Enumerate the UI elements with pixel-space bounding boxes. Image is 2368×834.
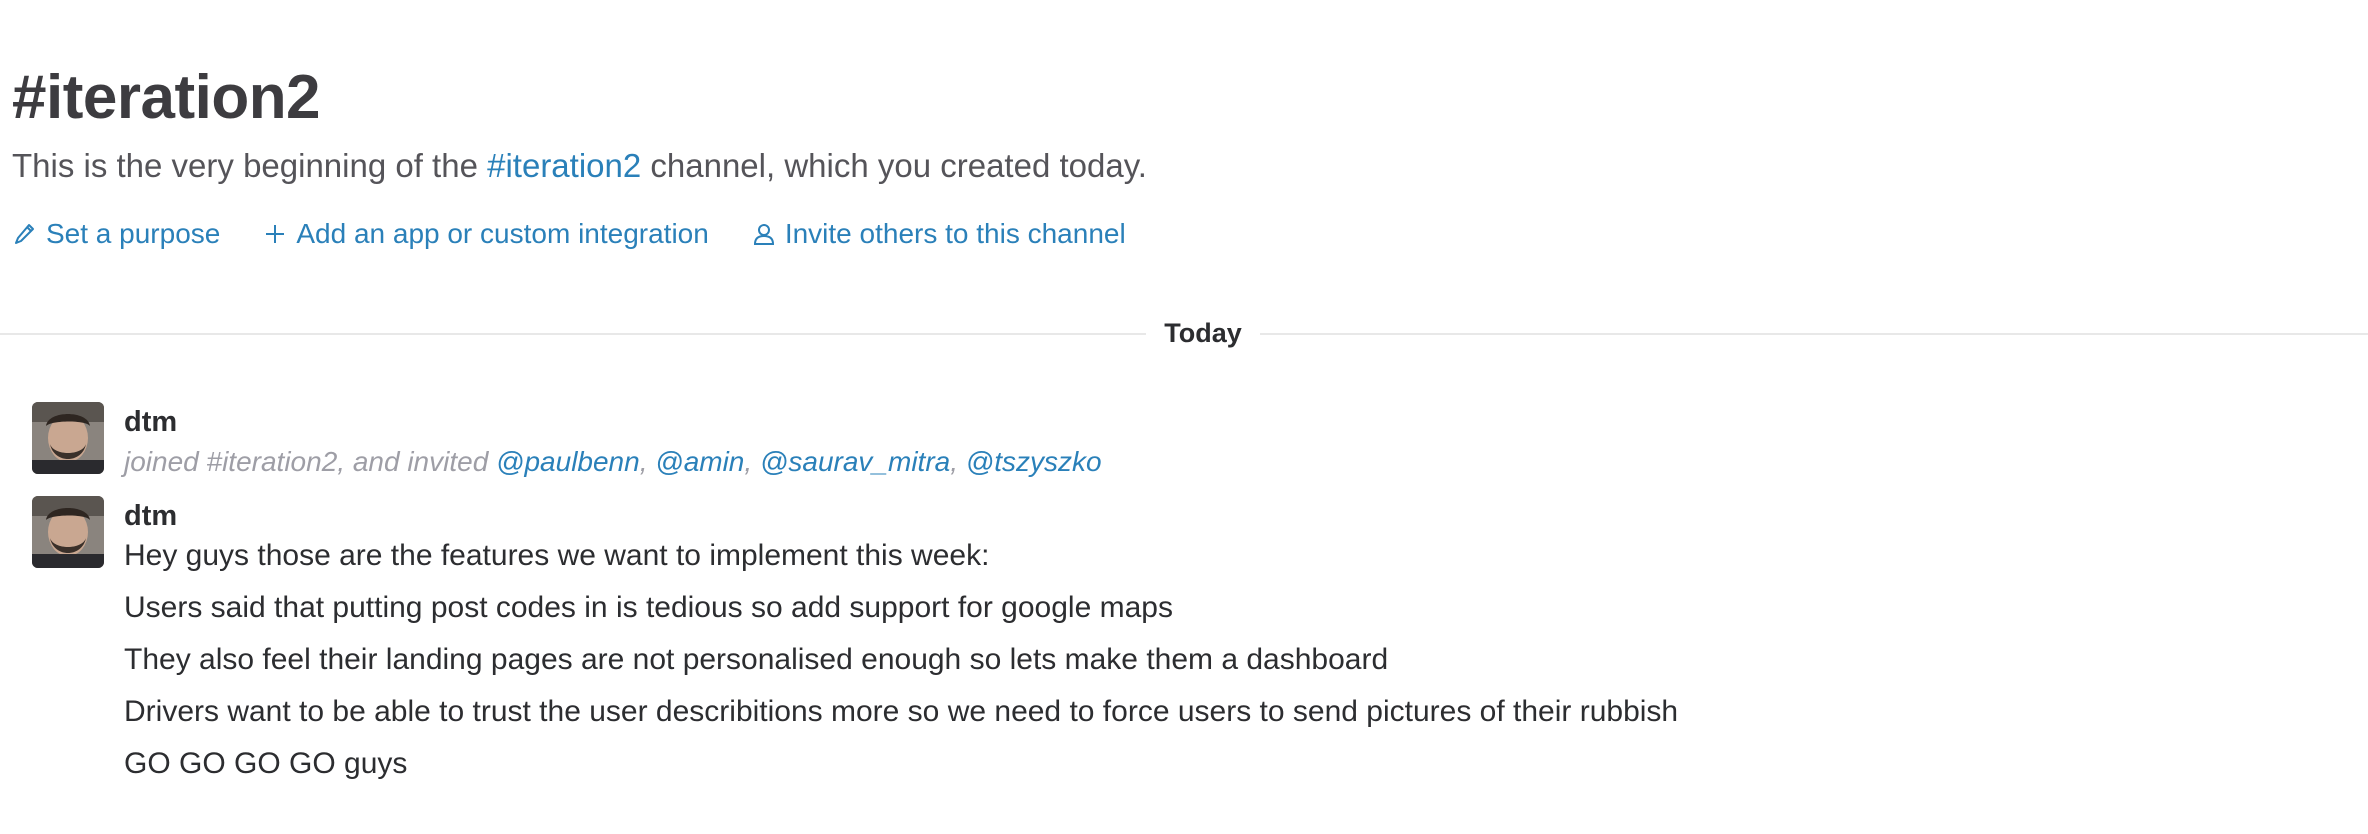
- mention[interactable]: @tszyszko: [966, 446, 1102, 477]
- message-line: Drivers want to be able to trust the use…: [124, 695, 1679, 728]
- message-body: dtm joined #iteration2, and invited @pau…: [124, 402, 2368, 482]
- set-purpose-link[interactable]: Set a purpose: [12, 214, 220, 254]
- channel-link[interactable]: #iteration2: [487, 147, 641, 184]
- message-line: They also feel their landing pages are n…: [124, 643, 1389, 676]
- channel-intro: This is the very beginning of the #itera…: [12, 144, 1147, 188]
- system-text: joined #iteration2, and invited: [124, 446, 497, 477]
- mention-separator: ,: [639, 446, 648, 477]
- person-icon: [751, 219, 777, 249]
- mention[interactable]: @saurav_mitra: [760, 446, 950, 477]
- invite-others-label: Invite others to this channel: [784, 218, 1126, 249]
- channel-intro-prefix: This is the very beginning of the: [12, 147, 488, 184]
- message-body: dtm Hey guys those are the features we w…: [124, 496, 2368, 796]
- mention-separator: ,: [744, 446, 753, 477]
- set-purpose-label: Set a purpose: [46, 218, 221, 249]
- avatar[interactable]: [32, 402, 104, 474]
- add-integration-link[interactable]: Add an app or custom integration: [262, 214, 709, 254]
- message-sender[interactable]: dtm: [124, 402, 177, 442]
- message-line: Users said that putting post codes in is…: [124, 591, 1173, 624]
- mention[interactable]: @amin: [655, 446, 744, 477]
- invite-others-link[interactable]: Invite others to this channel: [751, 214, 1126, 254]
- system-message: joined #iteration2, and invited @paulben…: [124, 442, 2368, 482]
- mention[interactable]: @paulbenn: [496, 446, 640, 477]
- day-divider-line-left: [0, 333, 1146, 335]
- day-divider-label: Today: [1164, 318, 1242, 348]
- plus-icon: [262, 219, 288, 249]
- channel-actions: Set a purpose Add an app or custom integ…: [12, 214, 1168, 254]
- channel-intro-suffix: channel, which you created today.: [641, 147, 1147, 184]
- channel-title: #iteration2: [12, 63, 321, 132]
- pencil-icon: [12, 219, 38, 249]
- message-sender[interactable]: dtm: [124, 496, 177, 536]
- day-divider-line-right: [1260, 333, 2368, 335]
- message-line: Hey guys those are the features we want …: [124, 539, 990, 572]
- message-line: GO GO GO GO guys: [124, 747, 408, 780]
- mention-separator: ,: [950, 446, 958, 477]
- avatar[interactable]: [32, 496, 104, 568]
- add-integration-label: Add an app or custom integration: [296, 218, 709, 249]
